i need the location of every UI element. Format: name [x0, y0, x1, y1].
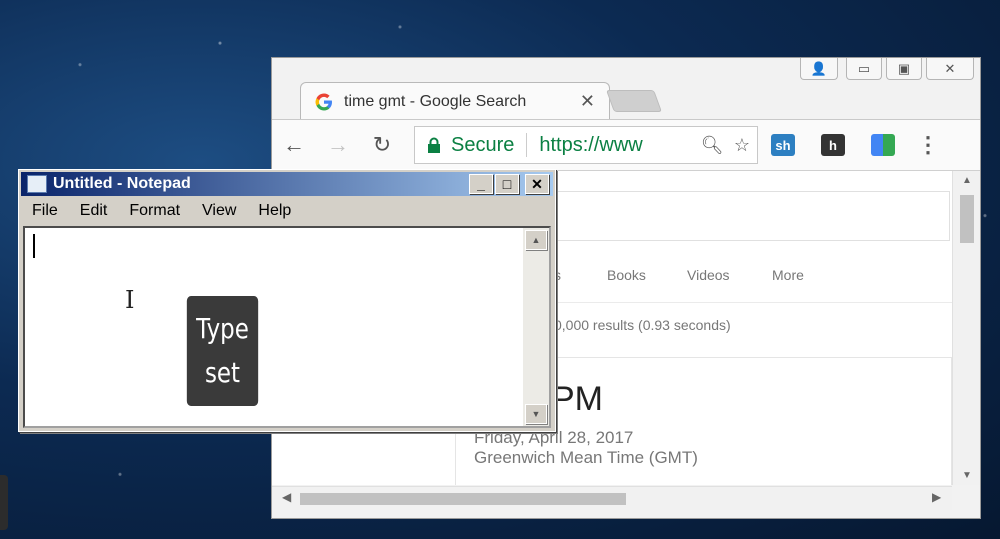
browser-tab[interactable]: time gmt - Google Search ✕ [300, 82, 610, 120]
notepad-close-button[interactable]: ✕ [525, 174, 549, 194]
notepad-minimize-button[interactable]: _ [469, 174, 493, 194]
taskbar-edge [0, 475, 8, 530]
close-window-button[interactable]: ✕ [926, 58, 974, 80]
sh-extension-icon: sh [771, 134, 795, 156]
scroll-thumb[interactable] [960, 195, 974, 243]
notepad-menubar: File Edit Format View Help [21, 198, 302, 224]
menu-edit[interactable]: Edit [69, 202, 119, 220]
zoom-icon[interactable]: 🔍︎ [697, 135, 727, 156]
forward-button[interactable]: → [316, 132, 360, 158]
time-value: PM [552, 380, 603, 418]
url-text[interactable]: https://www [539, 134, 697, 157]
notepad-scroll-down-icon[interactable]: ▼ [525, 404, 547, 424]
menu-help[interactable]: Help [247, 202, 302, 220]
badge-line-2: set [204, 356, 241, 389]
tab-more[interactable]: More [772, 267, 804, 283]
extension-multicolor[interactable] [858, 134, 908, 156]
tab-close-icon[interactable]: ✕ [580, 91, 595, 112]
close-icon: ✕ [944, 60, 956, 76]
notepad-window: Untitled - Notepad _ □ ✕ File Edit Forma… [18, 169, 556, 432]
h-scroll-thumb[interactable] [300, 493, 626, 505]
menu-format[interactable]: Format [118, 202, 191, 220]
new-tab-button[interactable] [605, 90, 663, 112]
notepad-scrollbar[interactable]: ▲ ▼ [523, 228, 549, 426]
profile-button[interactable]: 👤 [800, 58, 838, 80]
maximize-icon: ▣ [897, 60, 911, 76]
window-controls: 👤 ▭ ▣ ✕ [800, 58, 974, 80]
badge-line-1: Type [196, 312, 249, 345]
scroll-left-icon[interactable]: ◀ [282, 490, 291, 504]
notepad-text-area[interactable]: I ▲ ▼ [23, 226, 551, 428]
result-stats: 0,000 results (0.93 seconds) [554, 317, 731, 333]
bookmark-star-icon[interactable]: ☆ [727, 135, 757, 156]
tab-title: time gmt - Google Search [344, 92, 527, 110]
minimize-button[interactable]: ▭ [846, 58, 882, 80]
google-favicon-icon [315, 93, 332, 110]
address-divider [526, 133, 528, 157]
menu-view[interactable]: View [191, 202, 247, 220]
notepad-title: Untitled - Notepad [53, 175, 191, 192]
browser-toolbar: ← → ↻ Secure https://www 🔍︎ ☆ sh h ⋮ [272, 119, 980, 171]
extension-h[interactable]: h [808, 134, 858, 156]
vertical-scrollbar[interactable]: ▲ ▼ [952, 171, 980, 485]
horizontal-scrollbar[interactable]: ◀ ▶ [272, 486, 952, 510]
secure-label: Secure [451, 133, 515, 156]
user-icon: 👤 [810, 60, 828, 76]
chrome-menu-icon[interactable]: ⋮ [908, 132, 948, 158]
minimize-icon: ▭ [857, 60, 871, 76]
time-zone: Greenwich Mean Time (GMT) [474, 448, 698, 467]
notepad-titlebar[interactable]: Untitled - Notepad _ □ ✕ [21, 172, 553, 196]
text-caret [33, 234, 35, 258]
back-button[interactable]: ← [272, 132, 316, 158]
h-extension-icon: h [821, 134, 845, 156]
maximize-button[interactable]: ▣ [886, 58, 922, 80]
tab-books[interactable]: Books [607, 267, 646, 283]
reload-button[interactable]: ↻ [360, 132, 404, 158]
menu-file[interactable]: File [21, 202, 69, 220]
lock-icon [428, 137, 440, 153]
notepad-maximize-button[interactable]: □ [495, 174, 519, 194]
type-set-badge: Type set [186, 296, 259, 406]
scroll-right-icon[interactable]: ▶ [932, 490, 941, 504]
ibeam-cursor-icon: I [125, 286, 135, 314]
scroll-up-icon[interactable]: ▲ [953, 175, 981, 186]
puzzle-extension-icon [871, 134, 895, 156]
extension-sh[interactable]: sh [758, 134, 808, 156]
notepad-scroll-up-icon[interactable]: ▲ [525, 230, 547, 250]
notepad-icon [27, 175, 47, 193]
scroll-down-icon[interactable]: ▼ [953, 470, 981, 481]
tab-videos[interactable]: Videos [687, 267, 730, 283]
address-bar[interactable]: Secure https://www 🔍︎ ☆ [414, 126, 758, 164]
